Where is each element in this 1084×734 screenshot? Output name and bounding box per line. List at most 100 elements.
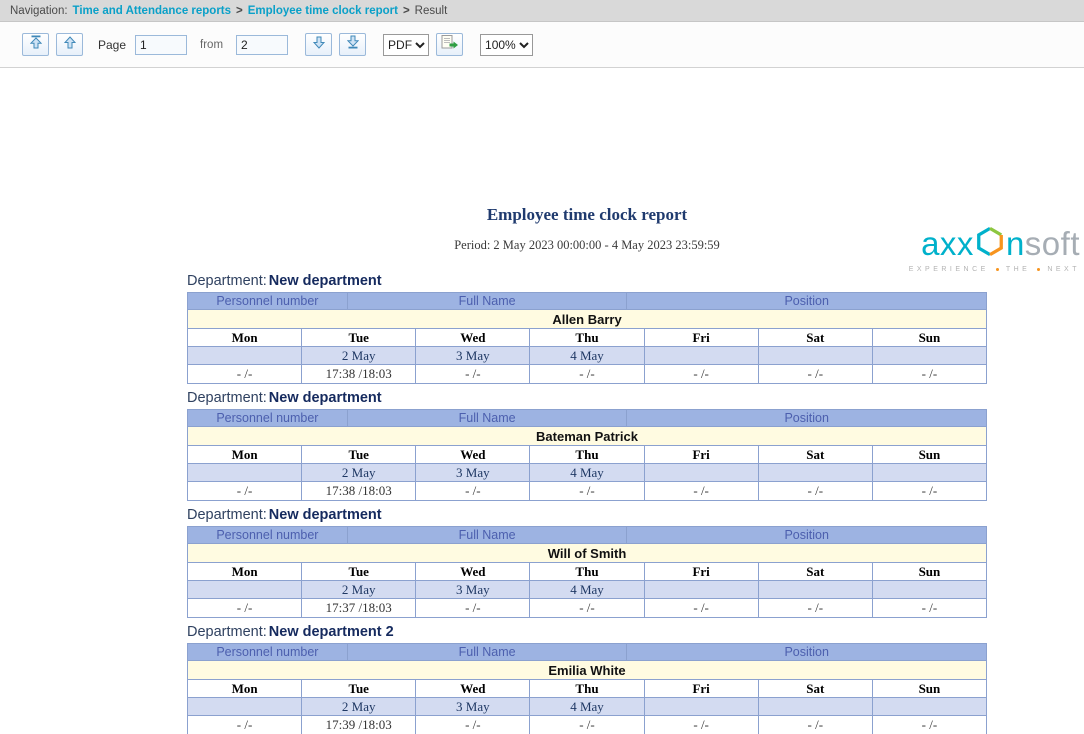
time-cell: 17:39 /18:03 (302, 716, 416, 734)
report-sections: Department:New department Personnel numb… (187, 273, 987, 734)
weekday-header-row: Mon Tue Wed Thu Fri Sat Sun (188, 680, 987, 698)
day-header-cell: Wed (416, 329, 530, 347)
table-header-row: Personnel number Full Name Position (188, 527, 987, 544)
day-header-cell: Mon (188, 329, 302, 347)
day-header-cell: Thu (530, 329, 644, 347)
zoom-select[interactable]: 100% (480, 34, 533, 56)
column-header-personnel-number: Personnel number (188, 410, 348, 427)
department-name: New department (269, 273, 382, 289)
day-header-cell: Thu (530, 680, 644, 698)
time-cell: - /- (873, 365, 987, 384)
time-cell: - /- (530, 599, 644, 618)
date-cell (188, 581, 302, 599)
employee-name-row: Allen Barry (188, 310, 987, 329)
day-header-cell: Fri (645, 446, 759, 464)
column-header-personnel-number: Personnel number (188, 293, 348, 310)
department-section: Department:New department Personnel numb… (187, 507, 987, 618)
time-cell: 17:38 /18:03 (302, 365, 416, 384)
day-header-cell: Tue (302, 680, 416, 698)
column-header-position: Position (627, 410, 987, 427)
time-cell: - /- (759, 716, 873, 734)
employee-name-row: Will of Smith (188, 544, 987, 563)
day-header-cell: Wed (416, 563, 530, 581)
time-cell: - /- (645, 716, 759, 734)
day-header-cell: Wed (416, 446, 530, 464)
axxonsoft-wordmark: axx n soft (909, 225, 1080, 262)
employee-name: Will of Smith (188, 544, 987, 563)
day-header-cell: Sun (873, 680, 987, 698)
weekday-header-row: Mon Tue Wed Thu Fri Sat Sun (188, 329, 987, 347)
time-cell: - /- (530, 482, 644, 501)
day-header-cell: Thu (530, 563, 644, 581)
time-cell: - /- (645, 599, 759, 618)
time-row: - /- 17:37 /18:03 - /- - /- - /- - /- - … (188, 599, 987, 618)
day-header-cell: Sat (759, 446, 873, 464)
time-cell: - /- (188, 716, 302, 734)
axxonsoft-logo: axx n soft EXPERIENCE THE NEXT (909, 225, 1080, 273)
breadcrumb-link-report[interactable]: Employee time clock report (248, 5, 398, 17)
time-row: - /- 17:38 /18:03 - /- - /- - /- - /- - … (188, 365, 987, 384)
table-header-row: Personnel number Full Name Position (188, 410, 987, 427)
column-header-full-name: Full Name (348, 527, 628, 544)
date-cell (188, 347, 302, 365)
date-cell: 2 May (302, 581, 416, 599)
date-cell (645, 464, 759, 482)
date-cell (645, 698, 759, 716)
day-header-cell: Wed (416, 680, 530, 698)
logo-text-soft: soft (1025, 227, 1080, 260)
department-section: Department:New department Personnel numb… (187, 273, 987, 384)
day-header-cell: Fri (645, 329, 759, 347)
day-header-cell: Tue (302, 446, 416, 464)
next-page-button[interactable] (305, 33, 332, 56)
column-header-position: Position (627, 527, 987, 544)
date-cell (759, 347, 873, 365)
date-cell: 4 May (530, 581, 644, 599)
breadcrumb-separator: > (403, 5, 410, 17)
date-cell: 2 May (302, 347, 416, 365)
date-cell: 2 May (302, 464, 416, 482)
employee-name-row: Bateman Patrick (188, 427, 987, 446)
page-number-input[interactable] (135, 35, 187, 55)
date-cell: 3 May (416, 581, 530, 599)
department-section: Department:New department Personnel numb… (187, 390, 987, 501)
date-cell (873, 347, 987, 365)
column-header-full-name: Full Name (348, 410, 628, 427)
employee-name: Allen Barry (188, 310, 987, 329)
total-pages-input[interactable] (236, 35, 288, 55)
time-cell: - /- (416, 599, 530, 618)
department-line: Department:New department (187, 273, 987, 290)
previous-page-button[interactable] (56, 33, 83, 56)
first-page-button[interactable] (22, 33, 49, 56)
time-cell: - /- (188, 365, 302, 384)
breadcrumb-link-reports[interactable]: Time and Attendance reports (73, 5, 231, 17)
hexagon-o-icon (975, 225, 1005, 262)
day-header-cell: Thu (530, 446, 644, 464)
column-header-personnel-number: Personnel number (188, 644, 348, 661)
day-header-cell: Fri (645, 563, 759, 581)
day-header-cell: Tue (302, 563, 416, 581)
column-header-position: Position (627, 644, 987, 661)
day-header-cell: Sat (759, 563, 873, 581)
breadcrumb-label: Navigation: (10, 5, 68, 17)
report-toolbar: Page from PDF 100% (0, 22, 1084, 68)
breadcrumb-bar: Navigation: Time and Attendance reports … (0, 0, 1084, 22)
logo-text-n: n (1006, 227, 1025, 260)
date-cell: 3 May (416, 698, 530, 716)
date-row: 2 May 3 May 4 May (188, 581, 987, 599)
export-format-select[interactable]: PDF (383, 34, 429, 56)
time-cell: - /- (759, 365, 873, 384)
day-header-cell: Sat (759, 329, 873, 347)
employee-name-row: Emilia White (188, 661, 987, 680)
table-header-row: Personnel number Full Name Position (188, 293, 987, 310)
department-line: Department:New department (187, 507, 987, 524)
date-cell: 3 May (416, 347, 530, 365)
time-cell: - /- (759, 482, 873, 501)
arrow-up-to-line-icon (30, 35, 42, 54)
date-row: 2 May 3 May 4 May (188, 698, 987, 716)
time-cell: 17:38 /18:03 (302, 482, 416, 501)
last-page-button[interactable] (339, 33, 366, 56)
employee-table: Personnel number Full Name Position Emil… (187, 643, 987, 734)
export-document-icon (441, 34, 459, 55)
export-button[interactable] (436, 33, 463, 56)
time-cell: - /- (873, 599, 987, 618)
